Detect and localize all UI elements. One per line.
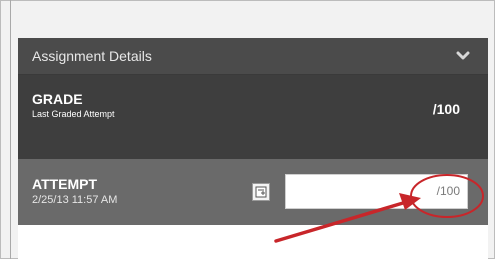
assignment-panel: Assignment Details GRADE Last Graded Att… xyxy=(18,38,488,259)
notes-button[interactable] xyxy=(252,183,270,201)
attempt-grade-input[interactable]: /100 xyxy=(285,174,468,209)
assignment-details-header[interactable]: Assignment Details xyxy=(18,38,488,75)
attempt-date: 2/25/13 11:57 AM xyxy=(32,194,118,206)
grade-score: /100 xyxy=(432,101,460,117)
grade-label: GRADE xyxy=(32,91,83,107)
grade-input-suffix: /100 xyxy=(436,184,460,198)
attempt-section: ATTEMPT 2/25/13 11:57 AM /100 xyxy=(18,159,488,225)
attempt-label: ATTEMPT xyxy=(32,176,98,192)
grade-section: GRADE Last Graded Attempt /100 xyxy=(18,75,488,159)
chevron-down-icon[interactable] xyxy=(456,49,470,63)
notes-icon xyxy=(255,186,267,198)
assignment-details-title: Assignment Details xyxy=(32,48,152,64)
grade-sublabel: Last Graded Attempt xyxy=(32,109,115,119)
frame-divider xyxy=(10,0,11,259)
